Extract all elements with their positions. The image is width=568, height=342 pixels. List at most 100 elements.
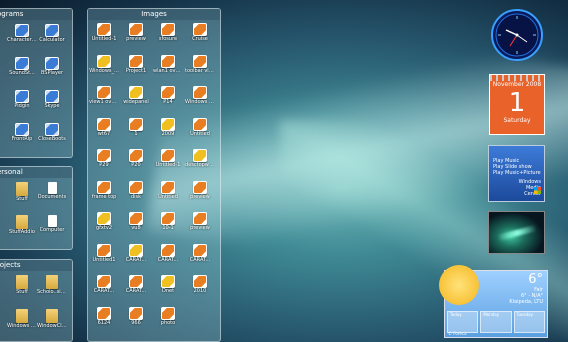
image-file[interactable]: CARAT... [185,243,215,263]
folder[interactable]: Stuff [7,182,37,202]
image-file-icon [129,86,143,99]
fence-title: ograms [0,9,72,20]
fence-personal[interactable]: ersonal Stuff Documents StuffAddio Computer [0,166,73,250]
desktop-shortcut[interactable]: CloseBoots [37,123,67,142]
image-file[interactable]: 1 [121,117,151,137]
image-file[interactable]: disk [121,180,151,200]
icon-label: P20 [131,162,141,168]
folder[interactable]: Windows 7 system files [7,309,37,329]
image-file-icon [15,57,29,70]
icon-label: Computer [39,227,65,233]
image-file[interactable]: CARAT... [89,275,119,294]
image-file-icon [193,117,207,131]
icon-label: wt67 [97,130,111,137]
image-file[interactable]: Untitled-1 [89,23,119,42]
image-file[interactable]: toolbar view [185,54,215,74]
fence-programs[interactable]: ograms Character NinjaCalculator SoundSt.… [0,8,73,158]
image-file[interactable]: CARAT... [121,243,151,263]
folder[interactable]: StuffAddio [7,215,37,235]
image-file[interactable]: vu8 [121,212,151,231]
folder-icon [16,275,28,289]
media-center-gadget[interactable]: Play Music Play Slide show Play Music+Pict… [488,145,545,202]
icon-label: sfosure [158,36,178,42]
image-file[interactable]: preview [185,180,215,200]
image-file[interactable]: preview [185,212,215,231]
document[interactable]: Computer [37,215,67,233]
image-file[interactable]: frame top [89,180,119,200]
image-file[interactable]: Dnet [153,275,183,294]
image-file[interactable]: wlan1 overlan [153,54,183,74]
image-file[interactable]: P29 [89,149,119,168]
media-center-item[interactable]: Play Music+Picture [493,170,544,176]
fence-images[interactable]: Images Untitled-1 preview sfosure Cruise Win… [87,8,221,342]
image-file[interactable]: photo [153,306,183,326]
image-file[interactable]: 2010 [185,275,215,294]
image-file[interactable]: CARAT... [121,275,151,294]
image-file[interactable]: P20 [121,149,151,168]
image-file[interactable]: desctopwo... [185,149,215,168]
image-file[interactable]: P14 [153,86,183,105]
image-file[interactable]: Untitled [153,180,183,200]
icon-label: vu8 [131,225,141,231]
image-file[interactable]: preview [121,23,151,42]
image-file[interactable]: Project1 [121,54,151,74]
weather-day-label: Tuesday [516,312,533,317]
desktop-shortcut[interactable]: BSPlayer [37,57,67,76]
image-file[interactable]: Untitled-1 [153,149,183,168]
icon-label: 10-1 [162,225,174,231]
calendar-gadget[interactable]: November 2008 1 Saturday [489,74,545,135]
slideshow-image [496,224,538,242]
icon-label: Untitled [190,130,210,137]
icon-label: photo [160,319,176,326]
image-file[interactable]: Untitled1 [89,243,119,263]
icon-label: Calculator [39,37,65,43]
icon-label: wlan1 overlan [153,67,183,74]
image-file[interactable]: Cruise [185,23,215,42]
icon-label: Scholo..site project [37,289,67,295]
slideshow-gadget[interactable] [488,211,545,254]
image-file-icon [129,243,143,257]
desktop-shortcut[interactable]: Pidgin [7,90,37,109]
icon-label: disk [130,193,142,200]
weather-temp: 6° [528,272,543,287]
image-file[interactable]: wt67 [89,117,119,137]
icon-label: BSPlayer [40,70,64,76]
image-file-icon [129,306,143,320]
desktop-shortcut[interactable]: FrontRip [7,123,37,142]
image-file[interactable]: widepanel [121,86,151,105]
image-file[interactable]: 966 [121,306,151,326]
icon-label: 2010 [193,288,207,294]
icon-label: Stuff [16,196,28,202]
image-file[interactable]: Untitled [185,117,215,137]
icon-label: gfxtv2 [96,225,112,231]
image-file[interactable]: gfxtv2 [89,212,119,231]
fence-projects[interactable]: rojects Stuff Scholo..site project Windows… [0,259,73,342]
image-file-icon [15,90,29,103]
image-file[interactable]: view1 overlan [89,86,119,105]
desktop-shortcut[interactable]: Calculator [37,24,67,43]
folder[interactable]: Scholo..site project [37,275,67,295]
image-file[interactable]: 2009 [153,117,183,137]
image-file[interactable]: Windows_... [89,54,119,74]
image-file-icon [97,149,111,162]
folder[interactable]: Stuff [7,275,37,295]
image-file[interactable]: Windows V... [185,86,215,105]
desktop-shortcut[interactable]: Skype [37,90,67,109]
image-file-icon [161,54,175,68]
image-file[interactable]: CARAT... [153,243,183,263]
image-file-icon [97,54,111,68]
image-file[interactable]: 10-1 [153,212,183,231]
document[interactable]: Documents [37,182,67,200]
image-file[interactable]: 6124 [89,306,119,326]
clock-gadget[interactable] [490,8,544,62]
icon-label: preview [190,193,210,200]
desktop-shortcut[interactable]: Character Ninja [7,24,37,43]
icon-label: desctopwo... [185,162,215,168]
icon-label: Character Ninja [7,37,37,43]
image-file-icon [193,54,207,68]
folder[interactable]: WindowCl.. image [37,309,67,329]
image-file[interactable]: sfosure [153,23,183,42]
weather-gadget[interactable]: 6° Fair 6° - N/A° Klaipeda, LTU Today Mon… [439,265,548,338]
icon-label: SoundSt... [9,70,35,76]
desktop-shortcut[interactable]: SoundSt... [7,57,37,76]
